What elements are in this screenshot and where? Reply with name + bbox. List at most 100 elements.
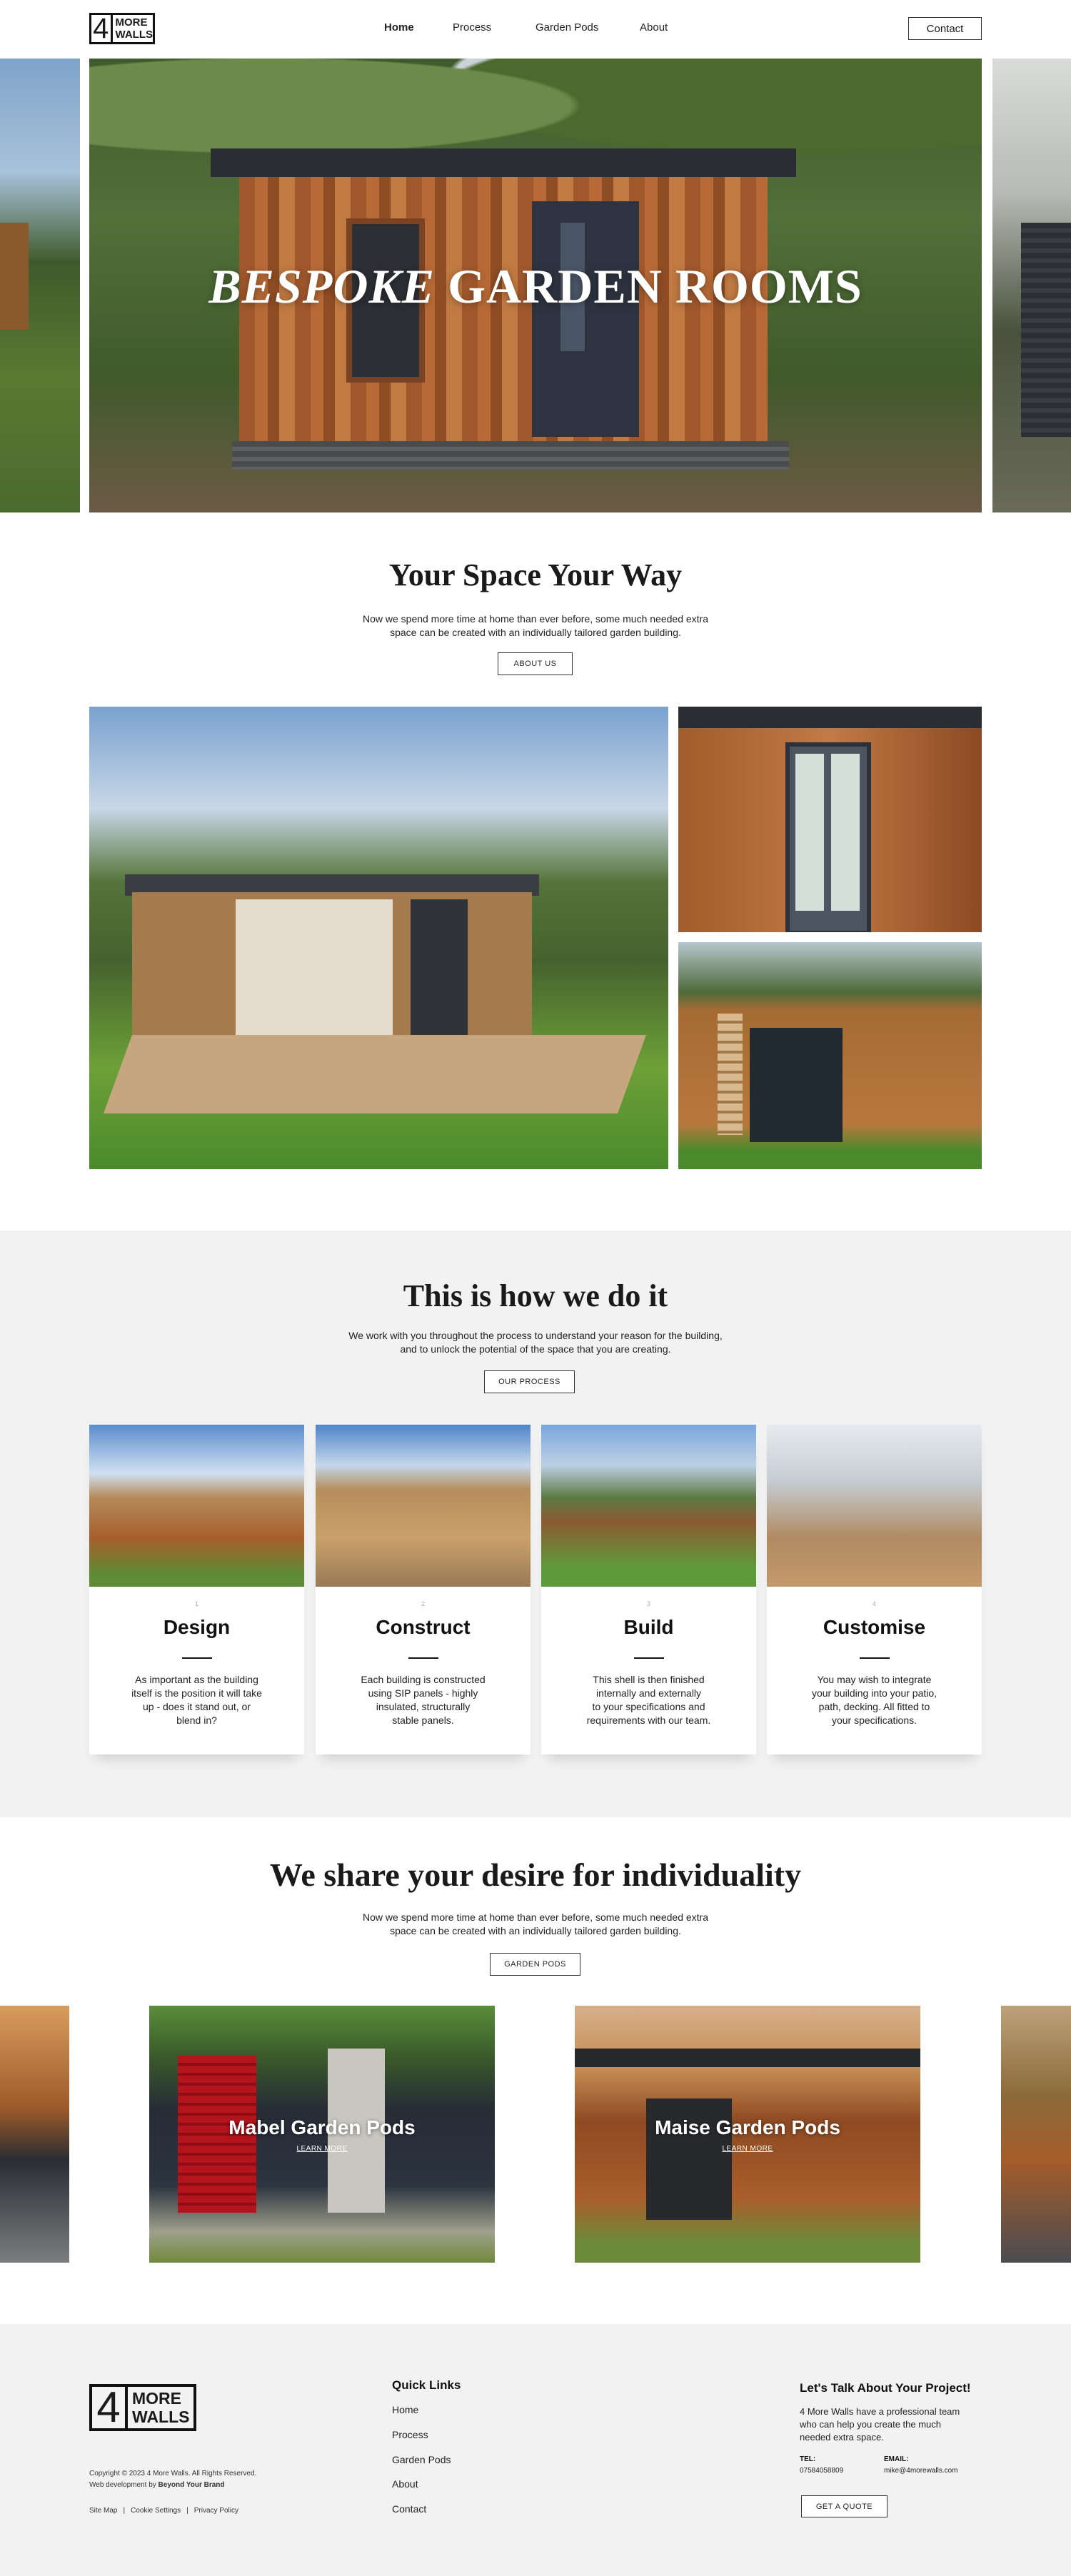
logo-four: 4 [92,2386,128,2429]
our-process-button[interactable]: OUR PROCESS [484,1370,575,1393]
process-card-image [767,1425,982,1587]
card-line: insulated, structurally [376,1701,471,1712]
legal-separator: | [186,2507,188,2515]
footer-link-home[interactable]: Home [392,2404,418,2415]
process-card-title: Customise [823,1616,926,1638]
process-text-line-2: and to unlock the potential of the space… [400,1343,671,1355]
email-label: EMAIL: [884,2455,909,2463]
hero-slide-next[interactable] [992,59,1071,512]
photo-pillar [411,899,468,1046]
cookie-settings-link[interactable]: Cookie Settings [131,2505,181,2517]
hero-carousel[interactable]: BESPOKE GARDEN ROOMS [0,59,1071,512]
site-header: 4 MORE WALLS Home Process Garden Pods Ab… [0,0,1071,59]
cta-text: 4 More Walls have a professional team wh… [800,2406,960,2443]
pod-slide-previous[interactable] [0,2006,69,2263]
process-card-number: 3 [646,1600,650,1607]
hero-title-italic: BESPOKE [208,259,436,313]
process-card-image [89,1425,304,1587]
card-line: blend in? [176,1714,217,1726]
logo-words: MORE WALLS [128,2389,190,2426]
card-line: using SIP panels - highly [368,1687,478,1699]
process-card-image [316,1425,531,1587]
door-glass-left [795,754,824,911]
copyright: Copyright © 2023 4 More Walls. All Right… [89,2470,257,2477]
footer-link-process[interactable]: Process [392,2429,428,2440]
gallery-photo-top-right [678,707,982,932]
site-map-link[interactable]: Site Map [89,2505,117,2517]
photo-french-doors [785,742,871,932]
nav-process[interactable]: Process [453,21,491,34]
card-line: up - does it stand out, or [143,1701,251,1712]
cta-title: Let's Talk About Your Project! [800,2381,971,2395]
card-line: Each building is constructed [361,1674,486,1685]
card-line: This shell is then finished [593,1674,705,1685]
card-line: your specifications. [831,1714,917,1726]
email-value[interactable]: mike@4morewalls.com [884,2467,958,2475]
process-card-text: Each building is constructed using SIP p… [354,1673,492,1727]
space-text-line-2: space can be created with an individuall… [390,627,681,638]
privacy-policy-link[interactable]: Privacy Policy [194,2505,238,2517]
hero-title-rest: GARDEN ROOMS [435,259,863,313]
card-line: As important as the building [135,1674,258,1685]
nav-about[interactable]: About [640,21,668,34]
footer-link-garden-pods[interactable]: Garden Pods [392,2454,451,2465]
photo-interior [236,899,393,1035]
garden-pods-button[interactable]: GARDEN PODS [490,1953,580,1976]
legal-separator: | [123,2507,126,2515]
space-text-line-1: Now we spend more time at home than ever… [362,613,709,625]
card-line: requirements with our team. [586,1714,711,1726]
pod-card-maise[interactable]: Maise Garden Pods LEARN MORE [575,2006,920,2263]
site-footer: 4 MORE WALLS Copyright © 2023 4 More Wal… [0,2324,1071,2576]
process-card-divider [860,1657,890,1659]
photo-roof [678,707,982,728]
card-line: internally and externally [595,1687,702,1699]
pod-card-mabel[interactable]: Mabel Garden Pods LEARN MORE [149,2006,495,2263]
process-card-design: 1 Design As important as the building it… [89,1425,304,1754]
legal-links: Site Map | Cookie Settings | Privacy Pol… [89,2505,238,2517]
pod-slide-next[interactable] [1001,2006,1071,2263]
footer-logo[interactable]: 4 MORE WALLS [89,2384,196,2431]
card-line: path, decking. All fitted to [818,1701,930,1712]
logo-line-1: MORE [115,16,148,29]
process-card-divider [182,1657,212,1659]
space-title: Your Space Your Way [388,557,683,592]
photo-doors [750,1028,843,1142]
nav-garden-pods[interactable]: Garden Pods [536,21,598,34]
tel-value[interactable]: 07584058809 [800,2467,843,2475]
footer-link-contact[interactable]: Contact [392,2503,426,2515]
get-a-quote-button[interactable]: GET A QUOTE [801,2495,888,2517]
footer-link-about[interactable]: About [392,2478,418,2490]
logo-words: MORE WALLS [113,16,154,41]
hero-roof [211,148,796,177]
web-credit-link[interactable]: Beyond Your Brand [159,2481,225,2489]
photo-log-store [718,1014,743,1135]
logo-line-2: WALLS [115,29,154,41]
card-line: You may wish to integrate [817,1674,932,1685]
card-line: your building into your patio, [811,1687,937,1699]
tel-label: TEL: [800,2455,816,2463]
pod-name: Maise Garden Pods [655,2116,840,2138]
web-credit: Web development by Beyond Your Brand [89,2480,225,2491]
hero-slide-previous[interactable] [0,59,80,512]
card-line: itself is the position it will take [131,1687,262,1699]
process-card-text: You may wish to integrate your building … [805,1673,943,1727]
contact-button[interactable]: Contact [908,17,982,40]
gallery-photo-bottom-right [678,942,982,1169]
photo-deck [103,1035,647,1113]
individuality-text-line-2: space can be created with an individuall… [390,1925,681,1936]
process-card-divider [408,1657,438,1659]
process-title: This is how we do it [403,1278,668,1313]
about-us-button[interactable]: ABOUT US [498,652,573,675]
learn-more-link[interactable]: LEARN MORE [149,2145,495,2153]
process-card-title: Construct [376,1616,471,1638]
process-text-line-1: We work with you throughout the process … [348,1330,723,1341]
hero-deck [232,441,789,470]
process-card-title: Design [163,1616,231,1638]
learn-more-link[interactable]: LEARN MORE [575,2145,920,2153]
nav-home[interactable]: Home [384,21,414,34]
hero-dark-cladding [1021,223,1071,437]
hero-slide-current: BESPOKE GARDEN ROOMS [89,59,982,512]
logo[interactable]: 4 MORE WALLS [89,13,155,44]
process-card-number: 1 [194,1600,198,1607]
process-card-text: This shell is then finished internally a… [580,1673,718,1727]
